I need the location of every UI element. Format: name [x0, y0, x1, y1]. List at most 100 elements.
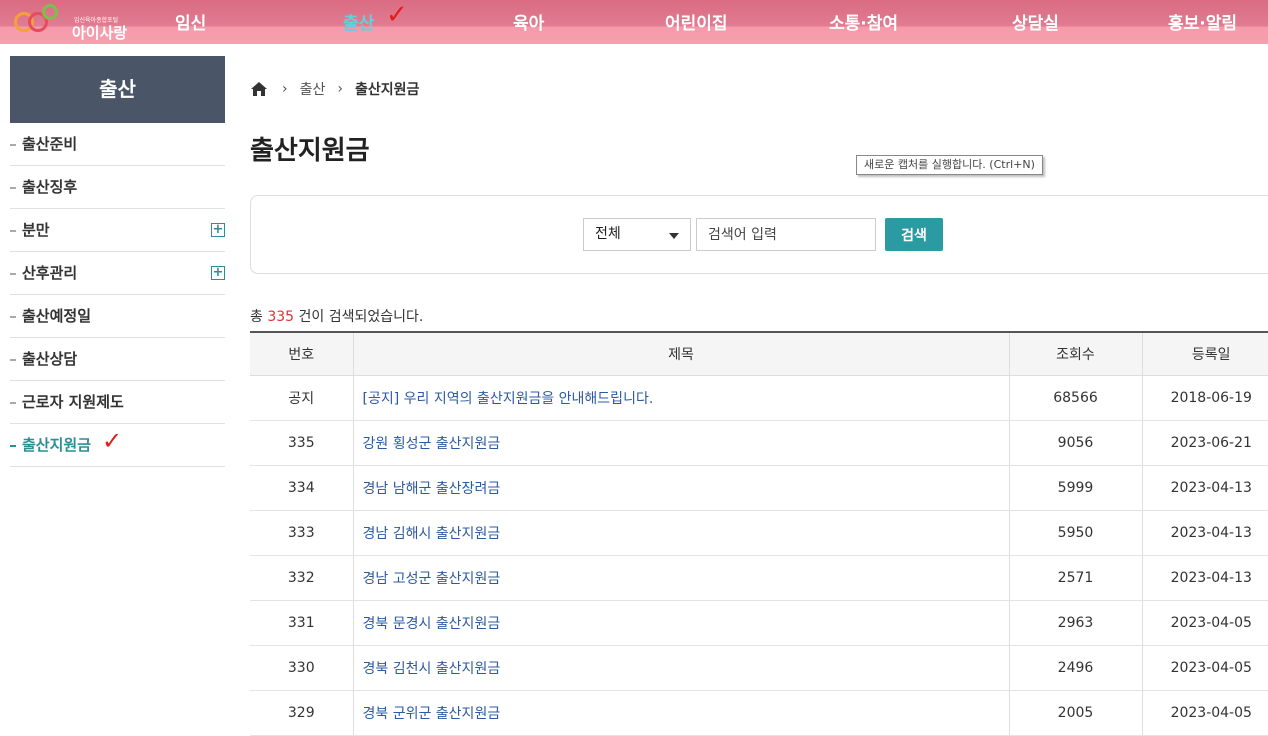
sidebar-item-label: 출산예정일 — [22, 307, 92, 325]
result-count: 총 335 건이 검색되었습니다. — [250, 306, 423, 326]
header-title: 제목 — [352, 332, 1009, 376]
search-button[interactable]: 검색 — [885, 218, 943, 251]
expand-plus-icon[interactable]: + — [211, 266, 225, 280]
result-prefix: 총 — [250, 309, 268, 325]
breadcrumb-separator: › — [282, 81, 288, 97]
dash-icon — [10, 230, 16, 232]
row-views: 5950 — [1008, 510, 1142, 556]
page-title: 출산지원금 — [250, 136, 370, 166]
category-select[interactable]: 전체 — [583, 218, 691, 251]
menu-birth[interactable]: 출산 — [343, 9, 374, 34]
logo-ring-green — [42, 4, 58, 20]
table-row: 335 강원 횡성군 출산지원금 9056 2023-06-21 — [250, 420, 1268, 466]
row-date: 2018-06-19 — [1141, 375, 1268, 421]
site-logo[interactable]: 임신육아종합포털 아이사랑 — [12, 4, 132, 42]
row-number: 331 — [250, 600, 353, 646]
row-number: 332 — [250, 555, 353, 601]
breadcrumb-separator: › — [337, 81, 343, 97]
category-select-value: 전체 — [595, 226, 621, 242]
sidebar-title: 출산 — [10, 56, 225, 123]
sidebar-item-preparation[interactable]: 출산준비 — [10, 123, 225, 166]
row-date: 2023-04-05 — [1141, 690, 1268, 736]
row-number: 335 — [250, 420, 353, 466]
table-row: 330 경북 김천시 출산지원금 2496 2023-04-05 — [250, 645, 1268, 691]
sidebar-item-birth-grant[interactable]: 출산지원금 ✓ — [10, 424, 225, 467]
dash-icon — [10, 144, 16, 146]
row-title-link[interactable]: 경북 문경시 출산지원금 — [352, 600, 1009, 646]
menu-daycare[interactable]: 어린이집 — [665, 9, 728, 34]
table-header-row: 번호 제목 조회수 등록일 — [250, 332, 1268, 376]
sidebar-item-postpartum[interactable]: 산후관리 + — [10, 252, 225, 295]
sidebar-item-worker-support[interactable]: 근로자 지원제도 — [10, 381, 225, 424]
row-views: 2005 — [1008, 690, 1142, 736]
breadcrumb: › 출산 › 출산지원금 — [250, 79, 419, 99]
header-date: 등록일 — [1141, 332, 1268, 376]
row-title-link[interactable]: 경북 군위군 출산지원금 — [352, 690, 1009, 736]
row-number: 329 — [250, 690, 353, 736]
sidebar-item-label: 근로자 지원제도 — [22, 393, 124, 411]
table-row: 329 경북 군위군 출산지원금 2005 2023-04-05 — [250, 690, 1268, 736]
logo-name: 아이사랑 — [72, 24, 128, 42]
sidebar-item-label: 산후관리 — [22, 264, 78, 282]
row-date: 2023-04-13 — [1141, 510, 1268, 556]
caret-down-icon — [669, 233, 679, 239]
sidebar-item-label: 분만 — [22, 221, 50, 239]
menu-notice[interactable]: 홍보·알림 — [1168, 9, 1237, 34]
menu-childcare[interactable]: 육아 — [513, 9, 544, 34]
search-panel: 전체 검색 — [250, 195, 1268, 274]
sidebar-item-delivery[interactable]: 분만 + — [10, 209, 225, 252]
header-number: 번호 — [250, 332, 353, 376]
sidebar-item-label: 출산상담 — [22, 350, 78, 368]
row-views: 5999 — [1008, 465, 1142, 511]
dash-icon — [10, 359, 16, 361]
row-date: 2023-06-21 — [1141, 420, 1268, 466]
row-date: 2023-04-13 — [1141, 555, 1268, 601]
dash-icon — [10, 273, 16, 275]
home-icon[interactable] — [250, 81, 268, 97]
menu-pregnancy[interactable]: 임신 — [175, 9, 206, 34]
row-title-link[interactable]: 경북 김천시 출산지원금 — [352, 645, 1009, 691]
checkmark-icon: ✓ — [386, 0, 408, 30]
table-row: 333 경남 김해시 출산지원금 5950 2023-04-13 — [250, 510, 1268, 556]
row-number: 334 — [250, 465, 353, 511]
row-views: 9056 — [1008, 420, 1142, 466]
sidebar-item-label: 출산준비 — [22, 135, 78, 153]
row-title-link[interactable]: 경남 고성군 출산지원금 — [352, 555, 1009, 601]
dash-icon — [10, 445, 16, 447]
breadcrumb-item-birth[interactable]: 출산 — [300, 79, 326, 99]
sidebar-item-label: 출산지원금 — [22, 436, 92, 454]
row-title-link[interactable]: 강원 횡성군 출산지원금 — [352, 420, 1009, 466]
row-title-link[interactable]: [공지] 우리 지역의 출산지원금을 안내해드립니다. — [352, 375, 1009, 421]
row-number: 공지 — [250, 375, 353, 421]
board-table: 번호 제목 조회수 등록일 공지 [공지] 우리 지역의 출산지원금을 안내해드… — [250, 331, 1268, 736]
header-views: 조회수 — [1008, 332, 1142, 376]
table-row: 332 경남 고성군 출산지원금 2571 2023-04-13 — [250, 555, 1268, 601]
row-number: 330 — [250, 645, 353, 691]
row-views: 2963 — [1008, 600, 1142, 646]
result-suffix: 건이 검색되었습니다. — [294, 309, 424, 325]
breadcrumb-item-current: 출산지원금 — [354, 82, 420, 98]
row-views: 2496 — [1008, 645, 1142, 691]
sidebar-item-signs[interactable]: 출산징후 — [10, 166, 225, 209]
row-title-link[interactable]: 경남 남해군 출산장려금 — [352, 465, 1009, 511]
table-row: 331 경북 문경시 출산지원금 2963 2023-04-05 — [250, 600, 1268, 646]
table-row: 334 경남 남해군 출산장려금 5999 2023-04-13 — [250, 465, 1268, 511]
sidebar-item-label: 출산징후 — [22, 178, 78, 196]
sidebar-item-counseling[interactable]: 출산상담 — [10, 338, 225, 381]
menu-community[interactable]: 소통·참여 — [829, 9, 898, 34]
row-views: 68566 — [1008, 375, 1142, 421]
row-date: 2023-04-05 — [1141, 645, 1268, 691]
top-navigation: 임신육아종합포털 아이사랑 임신 출산 ✓ 육아 어린이집 소통·참여 상담실 … — [0, 0, 1268, 44]
sidebar-menu: 출산준비 출산징후 분만 + 산후관리 + 출산예정일 출산상담 근로자 지원제… — [10, 123, 225, 467]
checkmark-icon: ✓ — [102, 427, 123, 455]
row-date: 2023-04-13 — [1141, 465, 1268, 511]
menu-counseling[interactable]: 상담실 — [1012, 9, 1059, 34]
row-views: 2571 — [1008, 555, 1142, 601]
row-number: 333 — [250, 510, 353, 556]
expand-plus-icon[interactable]: + — [211, 223, 225, 237]
sidebar-item-due-date[interactable]: 출산예정일 — [10, 295, 225, 338]
search-input[interactable] — [696, 218, 876, 251]
row-title-link[interactable]: 경남 김해시 출산지원금 — [352, 510, 1009, 556]
capture-tooltip: 새로운 캡처를 실행합니다. (Ctrl+N) — [856, 155, 1043, 175]
result-number: 335 — [267, 309, 295, 325]
